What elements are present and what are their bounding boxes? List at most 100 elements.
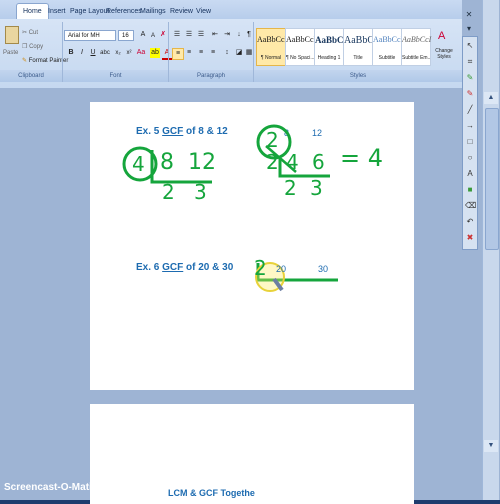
screencast-menu-icon[interactable]: ▾ [464,24,474,34]
align-center-icon[interactable]: ≡ [184,48,194,58]
highlighter-icon[interactable]: ✎ [465,89,475,99]
shading-icon[interactable]: ◪ [234,48,244,58]
watermark: Screencast-O-Matic.com [4,482,121,493]
document-area: Ex. 5 GCF of 8 & 12 8 12 4 8 12 2 3 2 2 … [0,88,462,504]
scroll-up-icon[interactable]: ▲ [484,92,498,104]
align-right-icon[interactable]: ≡ [196,48,206,58]
highlight-icon[interactable]: ab [150,48,160,58]
clear-format-icon[interactable]: ✗ [158,30,168,40]
scroll-down-icon[interactable]: ▼ [484,440,498,452]
strikethrough-icon[interactable]: abc [100,48,110,58]
style-heading-1[interactable]: AaBbC Heading 1 [314,28,344,66]
cut-button[interactable]: ✂ Cut [22,29,38,36]
text-effects-icon[interactable]: Aa [136,48,146,58]
clipboard-group-label: Clipboard [0,70,62,82]
change-styles-label: Change Styles [435,48,453,60]
bold-icon[interactable]: B [66,48,76,58]
eraser-icon[interactable]: ⌫ [465,201,476,211]
font-name-field[interactable]: Arial for MH [64,30,116,41]
line-spacing-icon[interactable]: ↕ [222,48,232,58]
italic-icon[interactable]: I [77,48,87,58]
sort-icon[interactable]: ↓ [234,30,244,40]
ex6-num: 20 [276,264,287,274]
font-size-field[interactable]: 16 [118,30,134,41]
paste-button[interactable]: Paste [2,24,20,64]
text-tool-icon[interactable]: A [465,169,475,179]
page2-title: LCM & GCF Togethe [168,488,255,498]
copy-button[interactable]: ❐ Copy [22,43,43,50]
ink-digit: 8 [160,150,174,175]
shrink-font-icon[interactable]: A [148,31,158,41]
copy-label: Copy [29,44,44,50]
ex6-rest: of 20 & 30 [186,262,234,273]
copy-icon: ❐ [22,44,28,50]
scrollbar-thumb[interactable] [485,108,499,250]
brush-icon: ✎ [22,58,28,64]
increase-indent-icon[interactable]: ⇥ [222,30,232,40]
screencast-close-icon[interactable]: ✕ [464,10,474,20]
justify-icon[interactable]: ≡ [208,48,218,58]
style-title[interactable]: AaBbC Title [343,28,374,66]
document-page[interactable]: Ex. 5 GCF of 8 & 12 8 12 4 8 12 2 3 2 2 … [90,102,414,390]
style-label: Subtitle [378,55,396,61]
line-icon[interactable]: ╱ [465,105,475,115]
pointer-icon[interactable]: ↖ [465,41,475,51]
ink-digit: 2 [254,256,267,280]
arrow-icon[interactable]: → [465,121,475,131]
ribbon-tab-bar: Home Insert Page Layout References Maili… [0,0,500,19]
ex6-heading: Ex. 6 GCF of 20 & 30 [136,262,233,273]
undo-icon[interactable]: ↶ [465,217,475,227]
style-sample: AaBbCcI [373,35,404,44]
style-subtle-emphasis[interactable]: AaBbCcI Subtitle Em... [401,28,431,66]
ink-digit: 4 [286,150,299,174]
style-normal[interactable]: AaBbCcI ¶ Normal [256,28,287,66]
style-label: Title [353,55,363,61]
underline-icon[interactable]: U [88,48,98,58]
ink-digit: 3 [310,176,323,200]
select-icon[interactable]: ⌗ [465,57,475,67]
grow-font-icon[interactable]: A [138,30,148,40]
change-styles-button[interactable]: A Change Styles [432,28,456,68]
subscript-icon[interactable]: x₂ [113,48,123,58]
ellipse-icon[interactable]: ○ [465,153,475,163]
numbering-icon[interactable]: ☰ [184,30,194,40]
ex6-num: 30 [318,264,329,274]
style-subtitle[interactable]: AaBbCcI Subtitle [372,28,404,66]
style-sample: AaBbCcI [286,35,317,44]
align-left-icon[interactable]: ≡ [172,48,184,60]
change-styles-icon: A [438,30,446,42]
color-picker-icon[interactable]: ■ [465,185,475,195]
style-label: ¶ No Spaci... [286,55,314,61]
clear-icon[interactable]: ✖ [465,233,475,243]
ink-digit: 6 [312,150,325,174]
style-sample: AaBbCcI [402,35,432,44]
drawing-tool-column: ↖ ⌗ ✎ ✎ ╱ → □ ○ A ■ ⌫ ↶ ✖ [462,36,478,250]
style-no-spacing[interactable]: AaBbCcI ¶ No Spaci... [285,28,317,66]
superscript-icon[interactable]: x² [124,48,134,58]
pen-icon[interactable]: ✎ [465,73,475,83]
ex6-gcf: GCF [162,262,184,273]
styles-group-label: Styles [254,70,462,82]
style-sample: AaBbC [315,35,344,45]
font-color-icon[interactable]: A [162,48,172,60]
multilevel-list-icon[interactable]: ☰ [196,30,206,40]
tab-view[interactable]: View [190,4,217,19]
bullets-icon[interactable]: ☰ [172,30,182,40]
ink-digit: 4 [132,152,145,176]
ink-digit: 12 [188,150,216,175]
ink-digit: 2 [266,150,279,174]
ex6-prefix: Ex. 6 [136,262,160,273]
cut-label: Cut [28,30,39,36]
decrease-indent-icon[interactable]: ⇤ [210,30,220,40]
style-label: Heading 1 [317,55,341,61]
paste-icon [5,26,19,44]
rectangle-icon[interactable]: □ [465,137,475,147]
style-label: ¶ Normal [260,55,282,61]
style-label: Subtitle Em... [402,55,430,61]
scissors-icon: ✂ [22,30,28,36]
font-group-label: Font [63,70,168,82]
ink-result: = 4 [340,144,384,172]
style-sample: AaBbC [344,35,374,46]
vertical-scrollbar[interactable]: ▲ ▼ [482,0,499,500]
screencast-toolbar-area: ✕ ▾ ↖ ⌗ ✎ ✎ ╱ → □ ○ A ■ ⌫ ↶ ✖ ▲ ▼ [462,0,500,500]
